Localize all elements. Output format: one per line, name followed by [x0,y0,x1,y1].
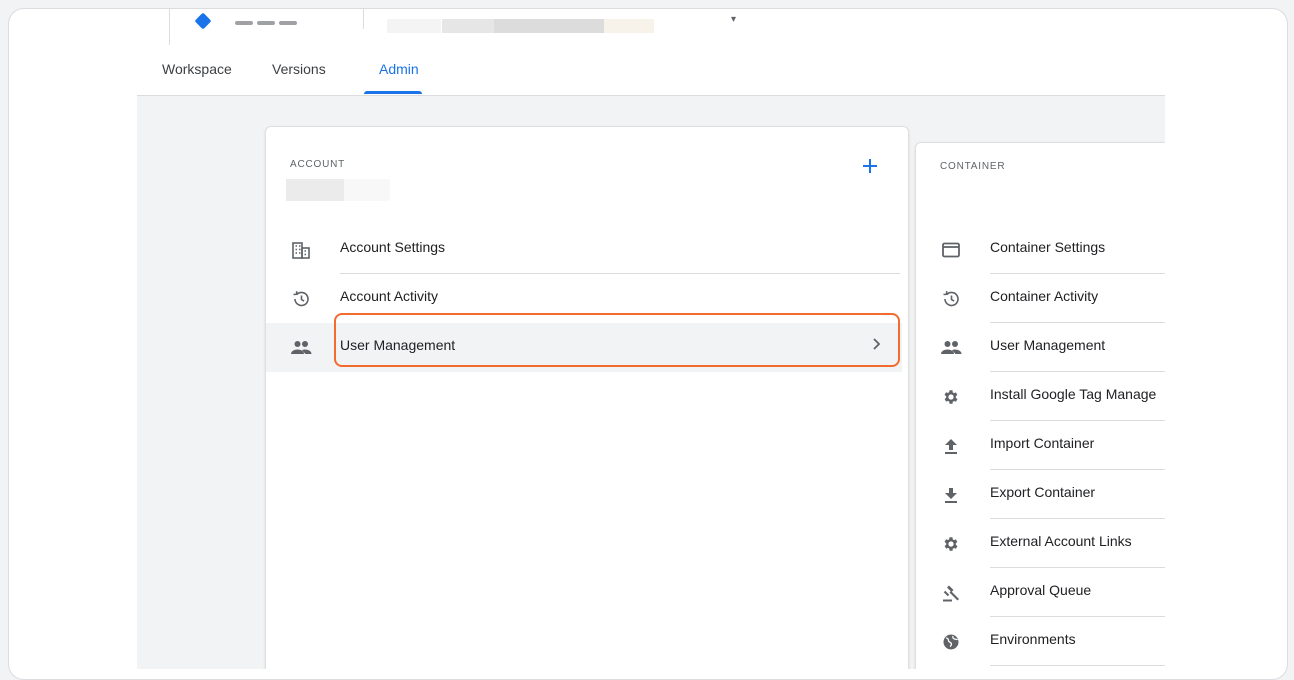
account-panel: ACCOUNT Account Settings Account Activit… [265,126,909,669]
account-activity-item[interactable]: Account Activity [266,274,902,323]
user-management-label: User Management [340,337,456,353]
container-panel: CONTAINER Container Settings Container A… [915,142,1165,669]
upload-icon [940,435,962,457]
chevron-down-icon[interactable]: ▾ [731,14,736,25]
gavel-icon [940,582,962,604]
account-settings-label: Account Settings [340,239,446,255]
container-activity-label: Container Activity [990,288,1099,304]
plus-icon [863,159,877,173]
divider [169,9,170,45]
environments-item[interactable]: Environments [916,617,1165,666]
container-settings-item[interactable]: Container Settings [916,225,1165,274]
redacted-account-name [344,179,390,201]
install-gtm-item[interactable]: Install Google Tag Manage [916,372,1165,421]
history-icon [290,288,312,310]
main-tabs: Workspace Versions Admin [137,45,1165,96]
gtm-logo-icon[interactable] [194,12,212,30]
redacted-container-name [494,19,604,33]
history-icon [940,288,962,310]
import-container-item[interactable]: Import Container [916,421,1165,470]
product-name-cropped [235,12,355,25]
browser-frame: ▾ Workspace Versions Admin ACCOUNT Accou… [8,8,1288,680]
account-section-label: ACCOUNT [290,159,346,170]
import-container-label: Import Container [990,435,1095,451]
redacted-container-name [604,19,654,33]
tab-versions[interactable]: Versions [272,61,326,77]
gear-icon [940,533,962,555]
download-icon [940,484,962,506]
approval-queue-item[interactable]: Approval Queue [916,568,1165,617]
container-activity-item[interactable]: Container Activity [916,274,1165,323]
globe-icon [940,631,962,653]
tab-workspace[interactable]: Workspace [162,61,232,77]
web-asset-icon [940,239,962,261]
people-icon [940,337,962,359]
external-account-links-label: External Account Links [990,533,1132,549]
environments-label: Environments [990,631,1076,647]
chevron-right-icon [871,335,883,353]
export-container-label: Export Container [990,484,1096,500]
divider [363,9,364,29]
redacted-account-name [286,179,344,201]
tab-admin[interactable]: Admin [379,61,419,77]
container-user-management-item[interactable]: User Management [916,323,1165,372]
account-activity-label: Account Activity [340,288,439,304]
top-bar: ▾ [137,9,1165,46]
people-icon [290,337,312,359]
approval-queue-label: Approval Queue [990,582,1092,598]
user-management-item[interactable]: User Management [266,323,902,372]
building-icon [290,239,312,261]
container-settings-label: Container Settings [990,239,1106,255]
active-tab-indicator [364,91,422,94]
container-user-management-label: User Management [990,337,1106,353]
external-account-links-item[interactable]: External Account Links [916,519,1165,568]
redacted-account-name [387,19,441,33]
export-container-item[interactable]: Export Container [916,470,1165,519]
gear-icon [940,386,962,408]
add-account-button[interactable] [861,157,879,175]
redacted-account-name [442,19,494,33]
account-settings-item[interactable]: Account Settings [266,225,902,274]
gtm-app: ▾ Workspace Versions Admin ACCOUNT Accou… [137,9,1165,669]
container-section-label: CONTAINER [940,161,1006,172]
install-gtm-label: Install Google Tag Manage [990,386,1157,402]
